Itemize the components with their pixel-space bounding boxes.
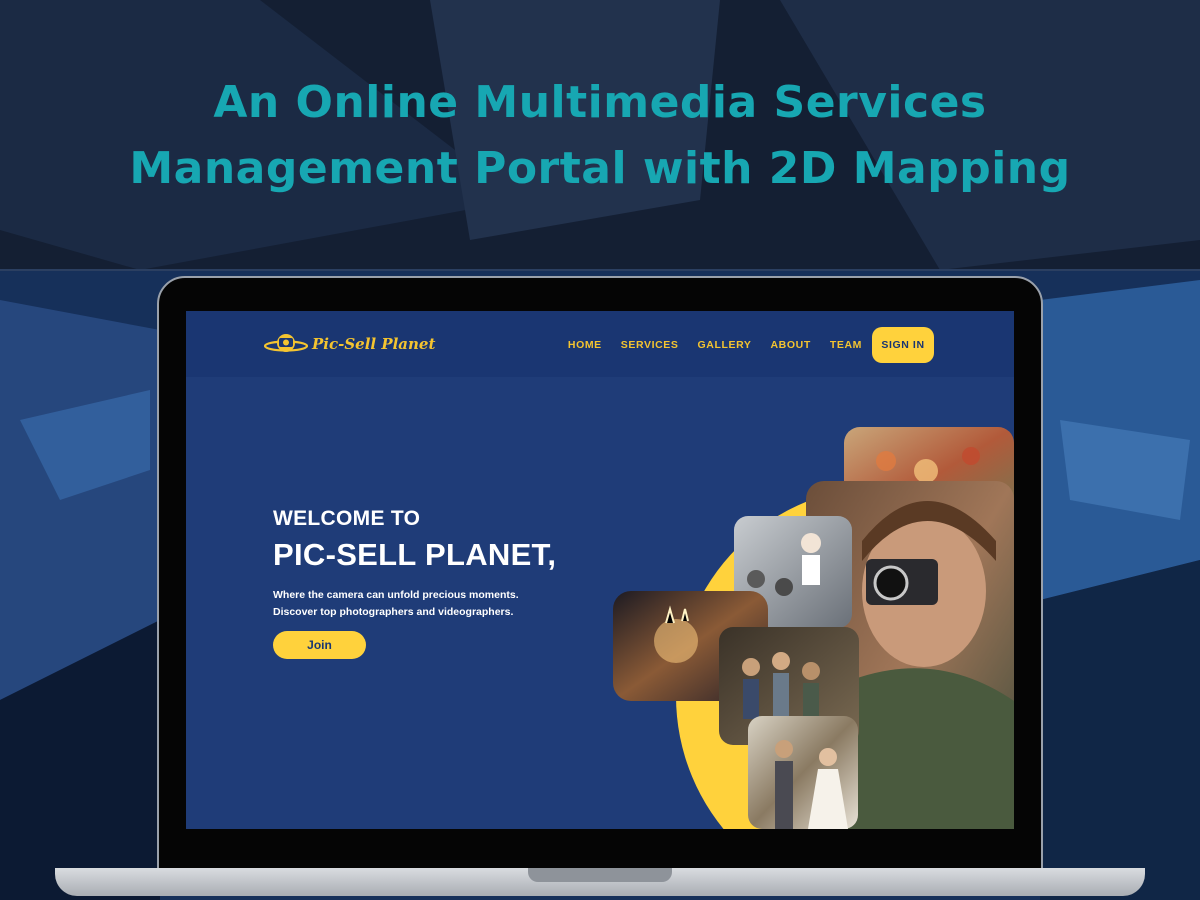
banner-headline: An Online Multimedia Services Management…: [0, 70, 1200, 202]
hero-subtitle-line1: Where the camera can unfold precious mom…: [273, 589, 519, 601]
hero-pre-title: WELCOME TO: [273, 507, 421, 530]
hero-title: PIC-SELL PLANET,: [273, 537, 557, 572]
hero-subtitle-line2: Discover top photographers and videograp…: [273, 606, 514, 618]
join-button[interactable]: Join: [273, 631, 366, 659]
hero-subtitle: Where the camera can unfold precious mom…: [273, 587, 519, 621]
banner-headline-line2: Management Portal with 2D Mapping: [129, 143, 1071, 194]
laptop-notch: [528, 868, 672, 882]
banner-headline-line1: An Online Multimedia Services: [213, 77, 987, 128]
website-screen: Pic-Sell Planet HOME SERVICES GALLERY AB…: [186, 311, 1014, 829]
